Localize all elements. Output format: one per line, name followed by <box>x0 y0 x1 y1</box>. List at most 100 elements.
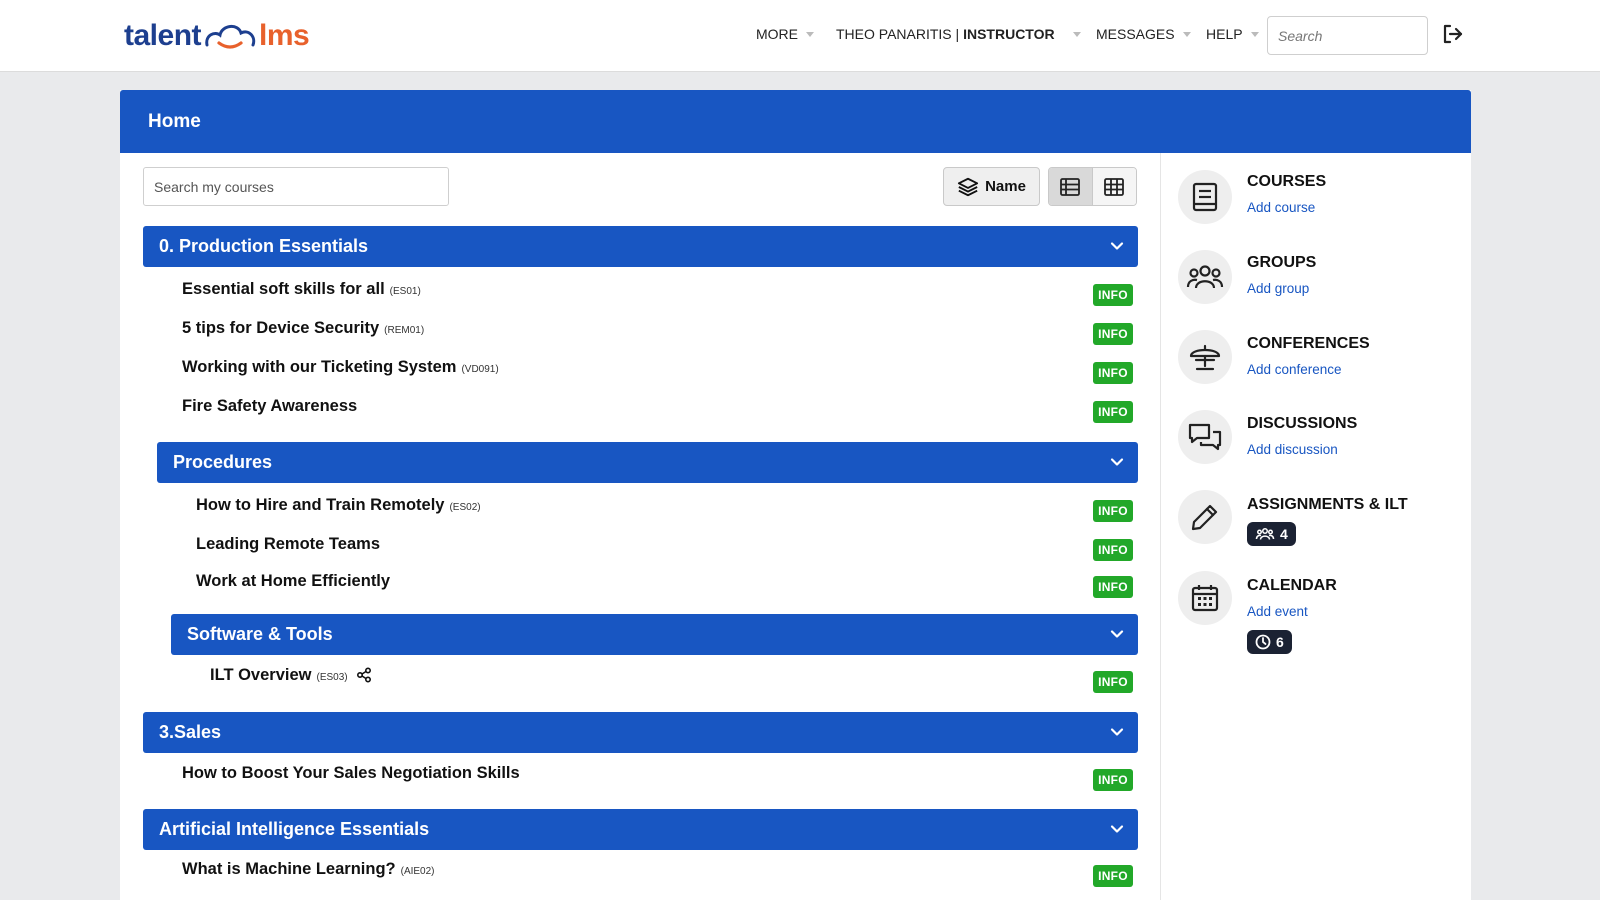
discussions-widget-icon[interactable] <box>1178 410 1232 464</box>
groups-widget-icon[interactable] <box>1178 250 1232 304</box>
book-icon <box>1192 182 1218 212</box>
info-button[interactable]: INFO <box>1093 323 1133 345</box>
course-search-input[interactable] <box>143 167 449 206</box>
logout-icon[interactable] <box>1440 22 1464 46</box>
talentlms-logo[interactable]: talent lms <box>124 14 310 58</box>
discussions-title: DISCUSSIONS <box>1247 415 1358 432</box>
info-button[interactable]: INFO <box>1093 284 1133 306</box>
layers-icon <box>957 177 979 196</box>
pencil-icon <box>1191 504 1218 531</box>
caret-down-icon <box>1072 31 1081 37</box>
conferences-widget-icon[interactable] <box>1178 330 1232 384</box>
course-title: Working with our Ticketing System <box>182 357 457 376</box>
nav-more-label: MORE <box>756 26 798 42</box>
course-code: (VD091) <box>461 363 499 375</box>
info-button[interactable]: INFO <box>1093 362 1133 384</box>
course-code: (AIE02) <box>400 865 435 877</box>
add-conference-link[interactable]: Add conference <box>1247 362 1342 377</box>
course-item[interactable]: Leading Remote Teams <box>196 530 380 558</box>
category-software-tools[interactable]: Software & Tools <box>171 614 1138 655</box>
info-button[interactable]: INFO <box>1093 500 1133 522</box>
nav-help-label: HELP <box>1206 26 1243 42</box>
course-item[interactable]: Working with our Ticketing System (VD091) <box>182 353 499 381</box>
chevron-down-icon <box>1110 728 1124 736</box>
course-item[interactable]: How to Boost Your Sales Negotiation Skil… <box>182 759 520 787</box>
calendar-title: CALENDAR <box>1247 577 1337 594</box>
category-sales[interactable]: 3.Sales <box>143 712 1138 753</box>
add-discussion-link[interactable]: Add discussion <box>1247 442 1338 457</box>
calendar-count: 6 <box>1276 634 1284 650</box>
list-view-icon <box>1060 177 1081 196</box>
page-title: Home <box>148 110 201 132</box>
course-code: (ES02) <box>449 501 481 513</box>
course-item[interactable]: What is Machine Learning? (AIE02) <box>182 855 435 883</box>
caret-down-icon <box>806 31 814 37</box>
courses-widget-icon[interactable] <box>1178 170 1232 224</box>
info-button[interactable]: INFO <box>1093 671 1133 693</box>
course-title: How to Boost Your Sales Negotiation Skil… <box>182 763 520 782</box>
course-item[interactable]: How to Hire and Train Remotely (ES02) <box>196 491 481 519</box>
info-button[interactable]: INFO <box>1093 576 1133 598</box>
category-ai-essentials[interactable]: Artificial Intelligence Essentials <box>143 809 1138 850</box>
add-course-link[interactable]: Add course <box>1247 200 1315 215</box>
logo-text-lms: lms <box>259 19 310 52</box>
assignments-widget-icon[interactable] <box>1178 490 1232 544</box>
course-item[interactable]: Essential soft skills for all (ES01) <box>182 275 421 303</box>
assignments-title: ASSIGNMENTS & ILT <box>1247 496 1408 513</box>
course-item[interactable]: Work at Home Efficiently <box>196 567 390 595</box>
global-search-input[interactable] <box>1267 16 1428 55</box>
conferences-title: CONFERENCES <box>1247 335 1370 352</box>
info-button[interactable]: INFO <box>1093 401 1133 423</box>
assignments-count-badge[interactable]: 4 <box>1247 522 1296 546</box>
caret-down-icon <box>1182 31 1191 37</box>
category-procedures[interactable]: Procedures <box>157 442 1138 483</box>
category-label: 0. Production Essentials <box>159 236 369 256</box>
info-button[interactable]: INFO <box>1093 865 1133 887</box>
chevron-down-icon <box>1110 458 1124 466</box>
course-title: Leading Remote Teams <box>196 534 380 553</box>
list-view-button[interactable] <box>1049 168 1093 205</box>
sort-by-name-button[interactable]: Name <box>943 167 1040 206</box>
calendar-widget-icon[interactable] <box>1178 571 1232 625</box>
category-label: Artificial Intelligence Essentials <box>159 819 430 839</box>
nav-user-menu[interactable]: THEO PANARITIS | INSTRUCTOR <box>836 22 1081 46</box>
nav-more[interactable]: MORE <box>756 22 814 46</box>
info-button[interactable]: INFO <box>1093 769 1133 791</box>
calendar-count-badge[interactable]: 6 <box>1247 630 1292 654</box>
nav-messages[interactable]: MESSAGES <box>1096 22 1191 46</box>
top-navigation-bar: talent lms MORE THEO PANARITIS | INSTRUC… <box>0 0 1600 72</box>
course-item[interactable]: ILT Overview (ES03) <box>210 661 372 689</box>
chat-icon <box>1188 423 1222 451</box>
user-name: THEO PANARITIS <box>836 26 952 42</box>
courses-title: COURSES <box>1247 173 1327 190</box>
panel-divider <box>1160 153 1161 900</box>
grid-view-icon <box>1104 177 1125 196</box>
clock-icon <box>1255 634 1271 650</box>
nav-help[interactable]: HELP <box>1206 22 1259 46</box>
course-item[interactable]: Fire Safety Awareness <box>182 392 357 420</box>
course-title: 5 tips for Device Security <box>182 318 380 337</box>
home-panel: Home Name 0. Production Essentials <box>120 90 1471 900</box>
chevron-down-icon <box>1110 825 1124 833</box>
users-icon <box>1186 265 1224 289</box>
category-label: Software & Tools <box>187 624 333 644</box>
add-event-link[interactable]: Add event <box>1247 604 1308 619</box>
add-group-link[interactable]: Add group <box>1247 281 1309 296</box>
course-code: (ES03) <box>316 671 348 683</box>
share-icon[interactable] <box>356 667 372 683</box>
category-production-essentials[interactable]: 0. Production Essentials <box>143 226 1138 267</box>
users-icon <box>1255 528 1275 540</box>
nav-separator: | <box>955 26 960 42</box>
cloud-icon <box>205 25 256 49</box>
info-button[interactable]: INFO <box>1093 539 1133 561</box>
caret-down-icon <box>1250 31 1259 37</box>
category-label: Procedures <box>173 452 273 472</box>
view-toggle <box>1048 167 1137 206</box>
course-title: How to Hire and Train Remotely <box>196 495 445 514</box>
user-role: INSTRUCTOR <box>963 26 1055 42</box>
course-title: ILT Overview <box>210 665 312 684</box>
course-code: (ES01) <box>389 285 421 297</box>
chevron-down-icon <box>1110 242 1124 250</box>
grid-view-button[interactable] <box>1092 168 1136 205</box>
course-item[interactable]: 5 tips for Device Security (REM01) <box>182 314 424 342</box>
